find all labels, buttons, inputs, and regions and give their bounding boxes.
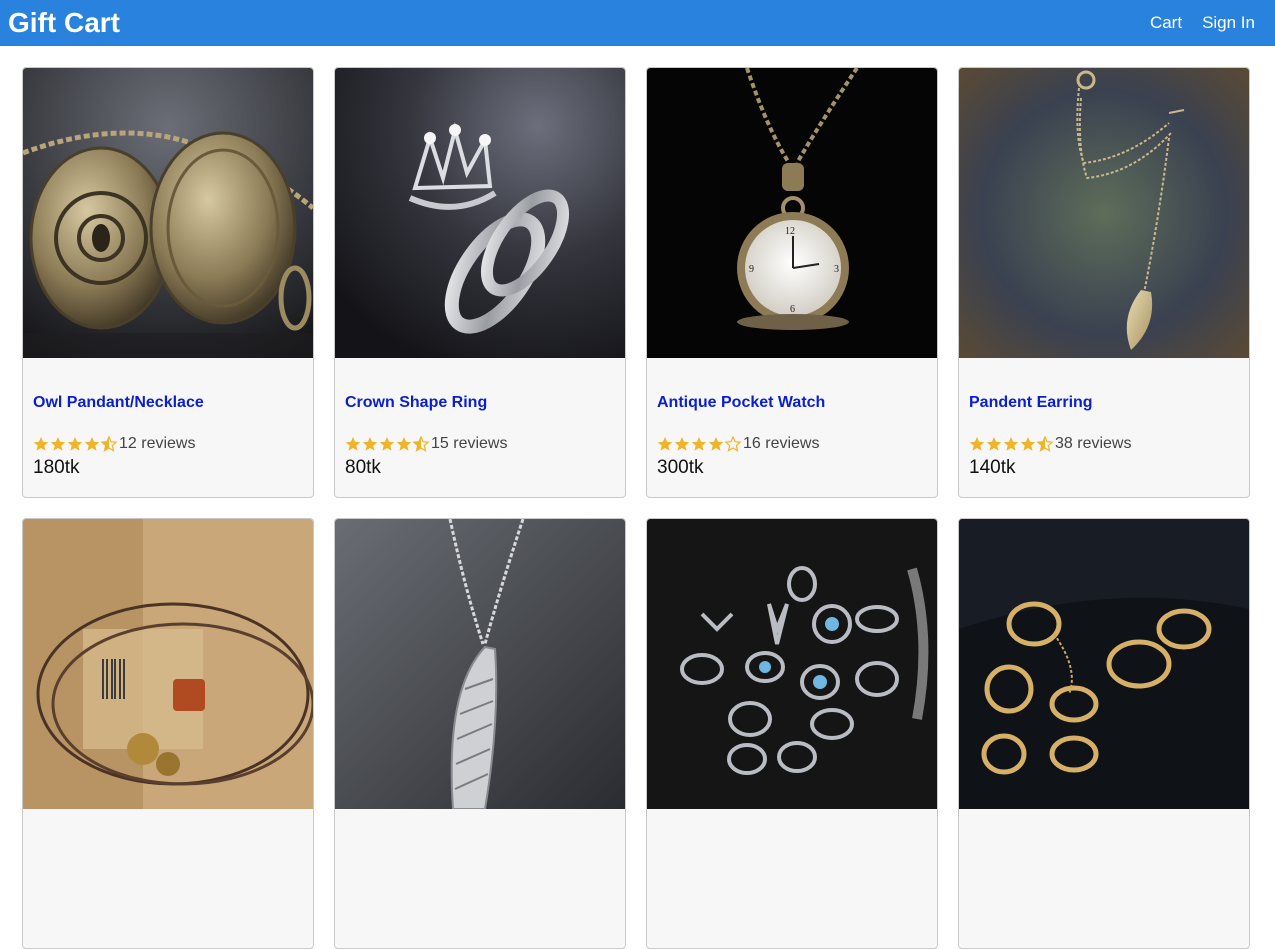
product-card: Crown Shape Ring 15 reviews 80tk [334, 67, 626, 498]
svg-text:9: 9 [749, 264, 754, 275]
nav-sign-in-link[interactable]: Sign In [1202, 13, 1255, 33]
product-price: 180tk [33, 457, 80, 478]
product-card [646, 518, 938, 949]
product-card-body: Antique Pocket Watch 16 reviews 300tk [647, 358, 937, 479]
product-title-link[interactable]: Owl Pandant/Necklace [33, 394, 303, 416]
product-image-link[interactable]: 12 3 6 9 [647, 68, 937, 358]
product-price: 80tk [345, 457, 381, 478]
product-card [22, 518, 314, 949]
product-price: 140tk [969, 457, 1016, 478]
review-count: 15 reviews [431, 435, 508, 452]
product-title-link[interactable]: Crown Shape Ring [345, 394, 615, 416]
review-count: 12 reviews [119, 435, 196, 452]
gold-rings-image [959, 519, 1249, 809]
svg-text:3: 3 [834, 264, 839, 275]
product-card: Pandent Earring 38 reviews 140tk [958, 67, 1250, 498]
locket-image [23, 68, 313, 358]
product-title-link[interactable]: Pandent Earring [969, 394, 1239, 416]
pocket-watch-image: 12 3 6 9 [647, 68, 937, 358]
product-image-link[interactable] [959, 519, 1249, 809]
svg-text:12: 12 [785, 226, 795, 237]
star-rating-icon [657, 436, 741, 452]
crown-ring-image [335, 68, 625, 358]
leaf-earring-image [959, 68, 1249, 358]
product-card: Owl Pandant/Necklace 12 reviews 180tk [22, 67, 314, 498]
brand-logo-link[interactable]: Gift Cart [8, 7, 120, 39]
product-rating: 38 reviews [969, 435, 1239, 453]
svg-text:6: 6 [790, 304, 795, 315]
product-image-link[interactable] [23, 68, 313, 358]
product-image-link[interactable] [335, 519, 625, 809]
nav-cart-link[interactable]: Cart [1150, 13, 1182, 33]
wing-necklace-image [335, 519, 625, 809]
product-rating: 16 reviews [657, 435, 927, 453]
nav-links: Cart Sign In [1150, 13, 1255, 33]
star-rating-icon [33, 436, 117, 452]
product-card: 12 3 6 9 Antique Pocket Watch 16 reviews… [646, 67, 938, 498]
product-rating: 12 reviews [33, 435, 303, 453]
product-title-link[interactable]: Antique Pocket Watch [657, 394, 927, 416]
product-card-body: Pandent Earring 38 reviews 140tk [959, 358, 1249, 479]
product-image-link[interactable] [23, 519, 313, 809]
product-card [958, 518, 1250, 949]
review-count: 38 reviews [1055, 435, 1132, 452]
product-grid: Owl Pandant/Necklace 12 reviews 180tk Cr… [0, 46, 1275, 949]
product-image-link[interactable] [959, 68, 1249, 358]
product-card [334, 518, 626, 949]
review-count: 16 reviews [743, 435, 820, 452]
star-rating-icon [969, 436, 1053, 452]
product-price: 300tk [657, 457, 704, 478]
product-card-body: Owl Pandant/Necklace 12 reviews 180tk [23, 358, 313, 479]
star-rating-icon [345, 436, 429, 452]
product-image-link[interactable] [647, 519, 937, 809]
product-card-body: Crown Shape Ring 15 reviews 80tk [335, 358, 625, 479]
product-rating: 15 reviews [345, 435, 615, 453]
top-navbar: Gift Cart Cart Sign In [0, 0, 1275, 46]
ring-set-image [647, 519, 937, 809]
product-image-link[interactable] [335, 68, 625, 358]
cord-bracelet-image [23, 519, 313, 809]
